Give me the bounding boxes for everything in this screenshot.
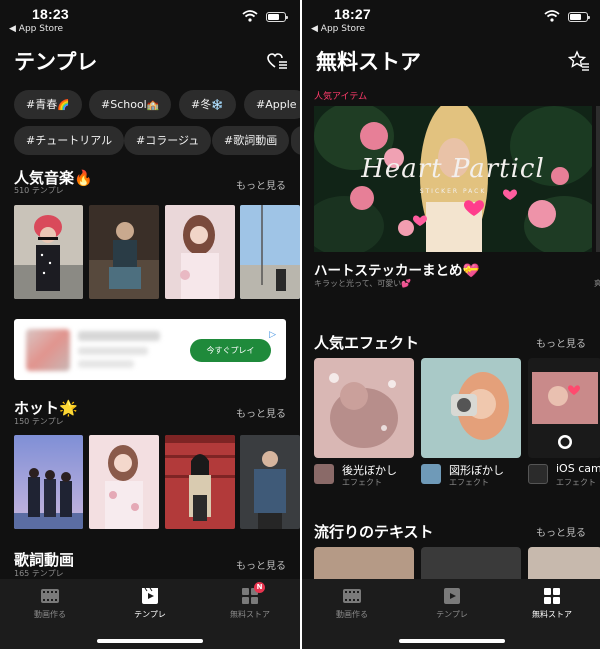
featured-item-script-title: Heart Particl [361, 154, 545, 184]
see-more-link[interactable]: もっと見る [536, 335, 586, 350]
screenshot-pair: 18:23 ◀ App Store テンプレ #青春🌈 #School🏫 #冬❄… [0, 0, 600, 649]
tag-chip[interactable] [291, 126, 300, 155]
section-title-trending-text: 流行りのテキスト [314, 523, 434, 541]
status-bar: 18:27 ◀ App Store [302, 0, 600, 44]
template-thumbnail[interactable] [165, 205, 235, 299]
template-preview-image [165, 205, 235, 299]
star-list-icon[interactable] [568, 50, 590, 72]
next-featured-item[interactable] [596, 106, 600, 252]
template-preview-image [89, 435, 159, 529]
effect-name: 図形ぼかし [449, 464, 504, 477]
status-time: 18:27 [334, 6, 371, 22]
featured-item-pack-label: STICKER PACK [419, 188, 487, 195]
featured-item-banner[interactable]: Heart Particl STICKER PACK [314, 106, 592, 252]
home-indicator [97, 639, 203, 643]
effect-preview-image [421, 358, 521, 458]
status-bar: 18:23 ◀ App Store [0, 0, 300, 44]
battery-icon [568, 12, 590, 22]
film-icon [41, 589, 59, 603]
featured-item-title: ハートステッカーまとめ💝 [314, 263, 480, 279]
template-preview-image [240, 435, 300, 529]
template-preview-image [165, 435, 235, 529]
tab-create-video[interactable]: 動画作る [10, 585, 90, 620]
tag-chip[interactable]: #School🏫 [89, 90, 172, 119]
effect-icon [421, 464, 441, 484]
see-more-link[interactable]: もっと見る [536, 524, 586, 539]
ad-image [26, 329, 70, 371]
see-more-link[interactable]: もっと見る [236, 177, 286, 192]
page-title: 無料ストア [316, 50, 421, 74]
tab-templates[interactable]: テンプレ [412, 585, 492, 620]
tag-chip[interactable]: #コラージュ [124, 126, 212, 155]
template-preview-image [14, 205, 83, 299]
effect-thumbnail[interactable] [528, 358, 600, 458]
ad-choices-icon[interactable]: ▷ [269, 330, 276, 340]
template-thumbnail[interactable] [89, 435, 159, 529]
battery-icon [266, 12, 288, 22]
page-title: テンプレ [14, 50, 98, 74]
template-thumbnail[interactable] [240, 435, 300, 529]
effect-thumbnail[interactable] [314, 358, 414, 458]
tab-free-store[interactable]: 無料ストア [512, 585, 592, 620]
effect-icon [528, 464, 548, 484]
template-thumbnail[interactable] [89, 205, 159, 299]
tab-bar: 動画作る テンプレ 無料ストア [302, 579, 600, 649]
effect-preview-image [314, 358, 414, 458]
tab-bar: 動画作る テンプレ N 無料ストア [0, 579, 300, 649]
section-title-hot: ホット🌟 [14, 399, 78, 417]
ad-play-now-button[interactable]: 今すぐプレイ [190, 339, 271, 362]
effect-icon [314, 464, 334, 484]
text-style-thumbnail[interactable] [528, 547, 600, 579]
template-preview-image [240, 205, 300, 299]
tag-chip[interactable]: #歌詞動画 [212, 126, 290, 155]
new-badge: N [254, 582, 265, 593]
template-thumbnail[interactable] [14, 435, 83, 529]
tag-chip[interactable]: #青春🌈 [14, 90, 82, 119]
tag-chip[interactable]: #冬❄️ [179, 90, 236, 119]
section-title-lyrics-video: 歌詞動画 [14, 551, 75, 569]
template-preview-image [89, 205, 159, 299]
tab-templates[interactable]: テンプレ [110, 585, 190, 620]
template-preview-image [14, 435, 83, 529]
tag-chip[interactable]: #Apple [244, 90, 300, 119]
tab-create-video[interactable]: 動画作る [312, 585, 392, 620]
effect-name: iOS cam [556, 462, 600, 475]
see-more-link[interactable]: もっと見る [236, 557, 286, 572]
section-title-popular-effects: 人気エフェクト [314, 334, 420, 352]
favorites-list-icon[interactable] [266, 50, 288, 72]
home-indicator [399, 639, 505, 643]
featured-item-subtitle: キラッと光って、可愛い💕 [314, 279, 412, 288]
store-icon [544, 588, 560, 604]
template-thumbnail[interactable] [14, 205, 83, 299]
effect-name: 後光ぼかし [342, 464, 397, 477]
ad-banner[interactable]: 今すぐプレイ ▷ [14, 319, 286, 380]
status-time: 18:23 [32, 6, 69, 22]
free-store-screen: 18:27 ◀ App Store 無料ストア 人気アイテム Heart Par… [302, 0, 600, 649]
wifi-icon [242, 10, 258, 22]
see-more-link[interactable]: もっと見る [236, 405, 286, 420]
template-screen: 18:23 ◀ App Store テンプレ #青春🌈 #School🏫 #冬❄… [0, 0, 300, 649]
next-item-subtitle: 爽 [594, 279, 600, 288]
back-to-app-store-link[interactable]: ◀ App Store [311, 24, 365, 34]
text-style-thumbnail[interactable] [314, 547, 414, 579]
tab-free-store[interactable]: N 無料ストア [210, 582, 290, 620]
template-icon [444, 588, 460, 604]
template-icon [142, 587, 158, 604]
section-count: 510 テンプレ [14, 186, 64, 195]
effect-kind: エフェクト [556, 478, 596, 487]
section-count: 165 テンプレ [14, 569, 64, 578]
effect-kind: エフェクト [449, 478, 489, 487]
template-thumbnail[interactable] [240, 205, 300, 299]
film-icon [343, 589, 361, 603]
section-count: 150 テンプレ [14, 417, 64, 426]
template-thumbnail[interactable] [165, 435, 235, 529]
tag-chip[interactable]: #チュートリアル [14, 126, 125, 155]
popular-items-label: 人気アイテム [314, 92, 368, 102]
text-style-thumbnail[interactable] [421, 547, 521, 579]
effect-thumbnail[interactable] [421, 358, 521, 458]
wifi-icon [544, 10, 560, 22]
back-to-app-store-link[interactable]: ◀ App Store [9, 24, 63, 34]
effect-kind: エフェクト [342, 478, 382, 487]
effect-preview-image [528, 358, 600, 458]
